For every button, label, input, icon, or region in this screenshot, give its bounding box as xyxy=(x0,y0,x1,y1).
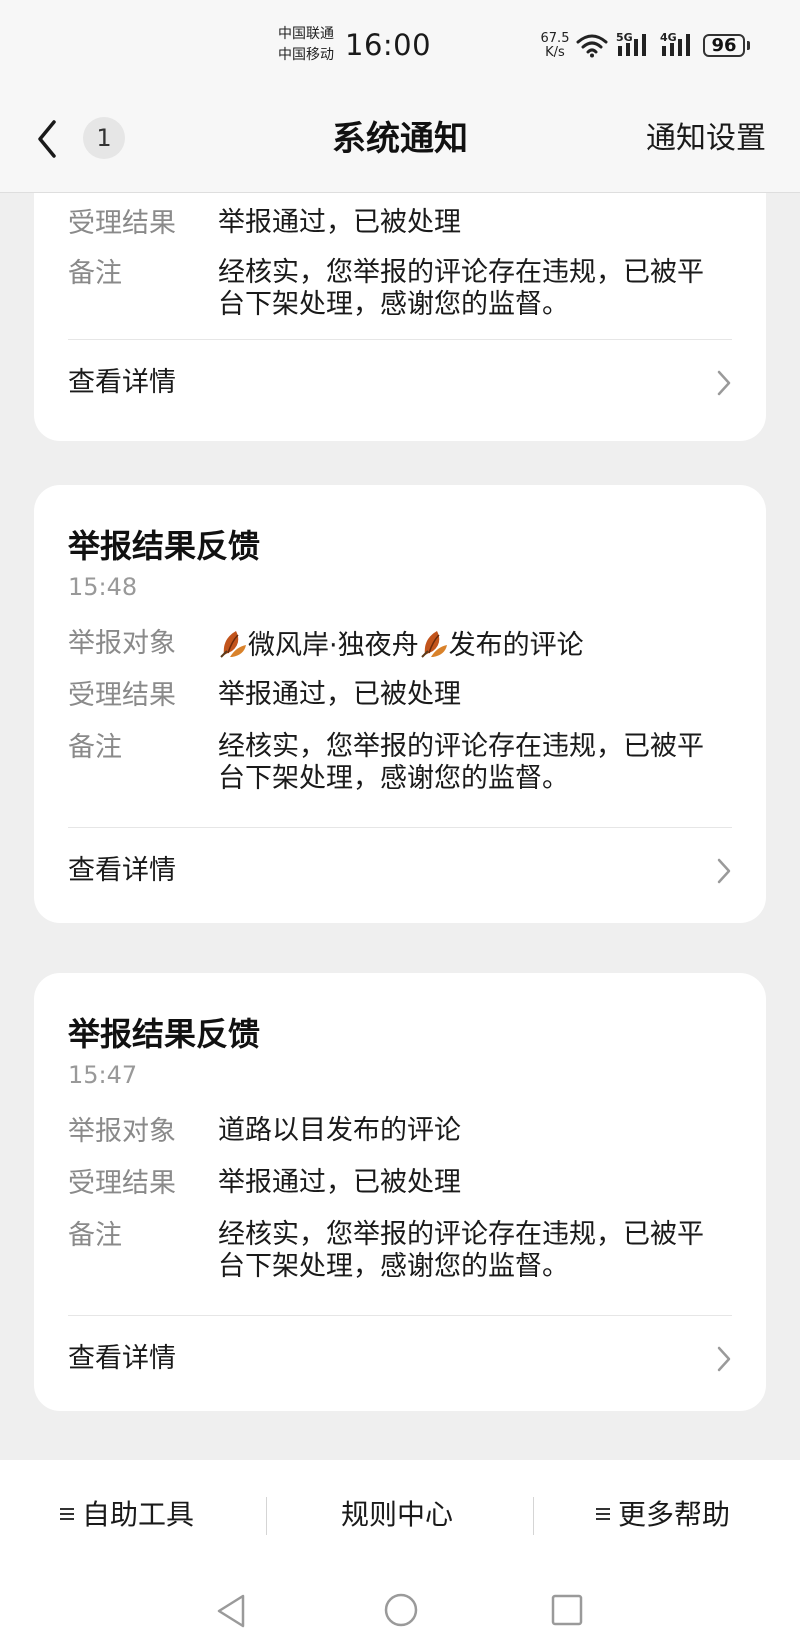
nav-home-icon[interactable] xyxy=(383,1592,419,1628)
remark-value: 经核实，您举报的评论存在违规，已被平台下架处理，感谢您的监督。 xyxy=(218,1219,704,1282)
rules-center-label: 规则中心 xyxy=(341,1498,454,1531)
carrier-2: 中国移动 xyxy=(278,47,334,63)
target-suffix: 发布的评论 xyxy=(448,630,584,661)
status-bar: 中国联通 中国移动 16:00 67.5 K/s 5G 4G 96 xyxy=(0,0,800,96)
more-help-label: 更多帮助 xyxy=(618,1498,731,1531)
notification-card: 举报结果反馈 15:47 举报对象 道路以目发布的评论 受理结果 举报通过，已被… xyxy=(34,973,766,1411)
more-help-button[interactable]: 更多帮助 xyxy=(596,1495,730,1535)
signal-4g-icon: 4G xyxy=(660,31,696,62)
toolbar-divider xyxy=(266,1497,267,1535)
rules-center-button[interactable]: 规则中心 xyxy=(341,1495,453,1535)
card-time: 15:48 xyxy=(68,573,138,601)
divider xyxy=(68,339,732,340)
reported-user-name[interactable]: 微风岸·独夜舟 xyxy=(248,630,419,661)
remark-value: 经核实，您举报的评论存在违规，已被平台下架处理，感谢您的监督。 xyxy=(218,257,704,320)
battery-level: 96 xyxy=(711,35,737,56)
result-value: 举报通过，已被处理 xyxy=(218,1167,461,1198)
result-value: 举报通过，已被处理 xyxy=(218,679,461,710)
remark-value: 经核实，您举报的评论存在违规，已被平台下架处理，感谢您的监督。 xyxy=(218,731,704,794)
remark-label: 备注 xyxy=(68,258,122,289)
notification-card: 受理结果 举报通过，已被处理 备注 经核实，您举报的评论存在违规，已被平台下架处… xyxy=(34,193,766,441)
result-label: 受理结果 xyxy=(68,1168,176,1199)
remark-label: 备注 xyxy=(68,1220,122,1251)
nav-back-icon[interactable] xyxy=(214,1592,248,1630)
chevron-right-icon[interactable] xyxy=(716,369,732,397)
signal-5g-tag: 5G xyxy=(616,31,633,44)
system-navigation-bar xyxy=(0,1570,800,1650)
carrier-1: 中国联通 xyxy=(278,26,334,42)
notification-settings-button[interactable]: 通知设置 xyxy=(646,119,766,159)
view-details-button[interactable]: 查看详情 xyxy=(68,365,176,401)
chevron-right-icon[interactable] xyxy=(716,857,732,885)
signal-4g-tag: 4G xyxy=(660,31,677,44)
self-help-tools-label: 自助工具 xyxy=(82,1498,195,1531)
divider xyxy=(68,827,732,828)
card-time: 15:47 xyxy=(68,1061,138,1089)
nav-bar: 1 系统通知 通知设置 xyxy=(0,96,800,193)
notification-card: 举报结果反馈 15:48 举报对象 微风岸·独夜舟 发布的评论 受理结果 举报通… xyxy=(34,485,766,923)
wifi-icon xyxy=(576,34,608,58)
bottom-toolbar: 自助工具 规则中心 更多帮助 xyxy=(0,1460,800,1570)
menu-icon xyxy=(60,1508,74,1520)
view-details-button[interactable]: 查看详情 xyxy=(68,853,176,889)
battery-nub xyxy=(747,41,750,50)
nav-recents-icon[interactable] xyxy=(551,1593,583,1627)
carrier-info: 中国联通 中国移动 xyxy=(278,24,334,66)
menu-icon xyxy=(596,1508,610,1520)
card-title: 举报结果反馈 xyxy=(68,1015,261,1053)
status-clock: 16:00 xyxy=(345,28,432,62)
view-details-button[interactable]: 查看详情 xyxy=(68,1341,176,1377)
target-value: 道路以目发布的评论 xyxy=(218,1115,461,1146)
network-speed-unit: K/s xyxy=(545,45,565,60)
target-label: 举报对象 xyxy=(68,628,176,659)
fallen-leaf-emoji-icon xyxy=(420,631,447,658)
notification-list[interactable]: 受理结果 举报通过，已被处理 备注 经核实，您举报的评论存在违规，已被平台下架处… xyxy=(0,193,800,1460)
result-label: 受理结果 xyxy=(68,208,176,239)
self-help-tools-button[interactable]: 自助工具 xyxy=(60,1495,194,1535)
target-value: 微风岸·独夜舟 发布的评论 xyxy=(218,627,718,662)
chevron-right-icon[interactable] xyxy=(716,1345,732,1373)
fallen-leaf-emoji-icon xyxy=(220,631,246,658)
network-speed-value: 67.5 xyxy=(540,31,570,46)
battery-icon: 96 xyxy=(703,34,745,57)
remark-label: 备注 xyxy=(68,732,122,763)
network-speed: 67.5 K/s xyxy=(538,32,572,60)
toolbar-divider xyxy=(533,1497,534,1535)
result-value: 举报通过，已被处理 xyxy=(218,207,461,238)
target-label: 举报对象 xyxy=(68,1116,176,1147)
signal-5g-icon: 5G xyxy=(616,31,652,62)
result-label: 受理结果 xyxy=(68,680,176,711)
card-title: 举报结果反馈 xyxy=(68,527,261,565)
divider xyxy=(68,1315,732,1316)
